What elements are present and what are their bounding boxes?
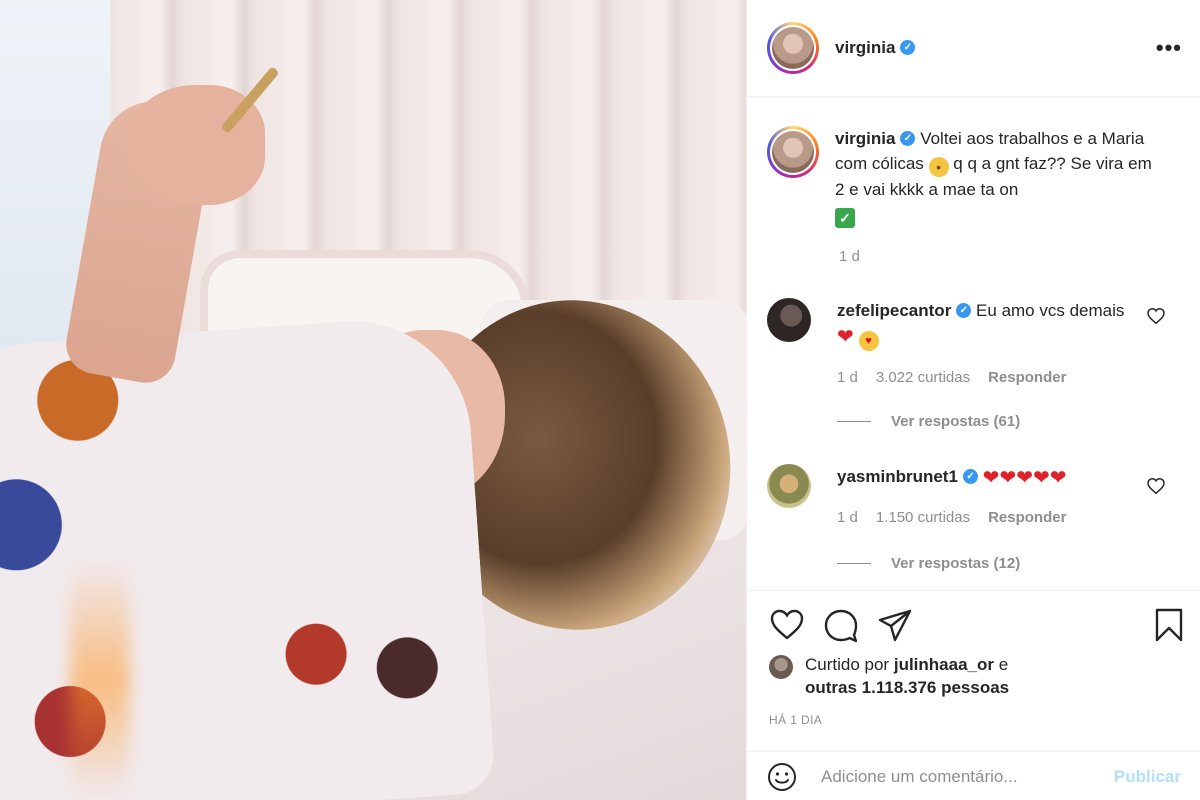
verified-icon: ✓ — [956, 303, 972, 319]
post-photo[interactable] — [0, 0, 746, 800]
comment-time: 1 d — [837, 369, 858, 386]
heart-icon[interactable] — [769, 607, 805, 643]
reply-button[interactable]: Responder — [988, 505, 1066, 530]
share-icon[interactable] — [877, 607, 913, 643]
comment-icon[interactable] — [823, 607, 859, 643]
red-heart-icon: ❤ — [837, 326, 854, 348]
view-replies-button[interactable]: Ver respostas (12) — [837, 555, 1020, 572]
avatar[interactable] — [767, 22, 819, 74]
liker-avatar[interactable] — [769, 655, 793, 679]
comment-username[interactable]: yasminbrunet1 — [837, 467, 958, 486]
verified-icon: ✓ — [900, 131, 916, 147]
post-side-panel: virginia ✓ ••• virginia ✓ Voltei aos trab… — [746, 0, 1200, 800]
verified-icon: ✓ — [900, 39, 916, 55]
caption-avatar[interactable] — [767, 126, 819, 178]
add-comment-bar: Publicar — [747, 751, 1200, 800]
commenter-avatar[interactable] — [767, 298, 811, 342]
red-heart-icon: ❤ — [1049, 467, 1067, 489]
likes-conj: e — [998, 655, 1009, 674]
comment-item: yasminbrunet1 ✓ ❤❤❤❤❤ 1 d 1.150 curtidas … — [767, 464, 1187, 530]
comment-text: Eu amo vcs demais — [976, 301, 1125, 320]
bookmark-icon[interactable] — [1151, 607, 1187, 643]
comment-meta: 1 d 3.022 curtidas Responder — [837, 365, 1137, 390]
comment-username[interactable]: zefelipecantor — [837, 301, 951, 320]
likes-prefix: Curtido por — [805, 655, 890, 674]
heart-eyes-icon: ♥ — [858, 331, 879, 351]
photo-light-flare — [70, 560, 130, 800]
comment-like-icon[interactable] — [1147, 478, 1165, 494]
reply-button[interactable]: Responder — [988, 365, 1066, 390]
view-replies-button[interactable]: Ver respostas (61) — [837, 413, 1020, 430]
header-username[interactable]: virginia — [835, 38, 895, 58]
post-header: virginia ✓ ••• — [747, 0, 1200, 97]
comment-meta: 1 d 1.150 curtidas Responder — [837, 505, 1137, 530]
post-actions: Curtido por julinhaaa_or e outras 1.118.… — [747, 590, 1200, 800]
likes-others[interactable]: outras 1.118.376 pessoas — [805, 678, 1009, 697]
red-heart-icon: ❤ — [999, 467, 1017, 489]
comment-likes[interactable]: 3.022 curtidas — [876, 365, 970, 390]
verified-icon: ✓ — [962, 469, 978, 485]
avatar-image — [772, 27, 814, 69]
red-heart-icon: ❤ — [982, 467, 1000, 489]
pleading-face-icon: • — [928, 157, 949, 177]
action-icons — [769, 607, 1183, 643]
likes-summary: Curtido por julinhaaa_or e outras 1.118.… — [769, 653, 1009, 699]
comment-likes[interactable]: 1.150 curtidas — [876, 505, 970, 530]
publish-button[interactable]: Publicar — [1114, 767, 1181, 787]
commenter-avatar[interactable] — [767, 464, 811, 508]
caption: virginia ✓ Voltei aos trabalhos e a Maria… — [767, 126, 1187, 228]
caption-text: virginia ✓ Voltei aos trabalhos e a Maria… — [835, 126, 1165, 228]
red-heart-icon: ❤ — [1016, 467, 1033, 489]
caption-username[interactable]: virginia — [835, 129, 895, 148]
emoji-icon[interactable] — [767, 762, 797, 792]
liker-username[interactable]: julinhaaa_or — [894, 655, 994, 674]
caption-time: 1 d — [839, 248, 860, 265]
view-replies-label: Ver respostas (61) — [891, 413, 1021, 430]
check-mark-icon: ✓ — [835, 208, 855, 228]
comment-like-icon[interactable] — [1147, 308, 1165, 324]
comment-time: 1 d — [837, 509, 858, 526]
post-time[interactable]: HÁ 1 DIA — [769, 713, 822, 727]
more-options-icon[interactable]: ••• — [1156, 35, 1182, 61]
comment-input[interactable] — [821, 766, 1101, 787]
view-replies-label: Ver respostas (12) — [891, 555, 1021, 572]
red-heart-icon: ❤ — [1032, 467, 1050, 489]
comment-item: zefelipecantor ✓ Eu amo vcs demais ❤ ♥ 1 … — [767, 298, 1187, 390]
